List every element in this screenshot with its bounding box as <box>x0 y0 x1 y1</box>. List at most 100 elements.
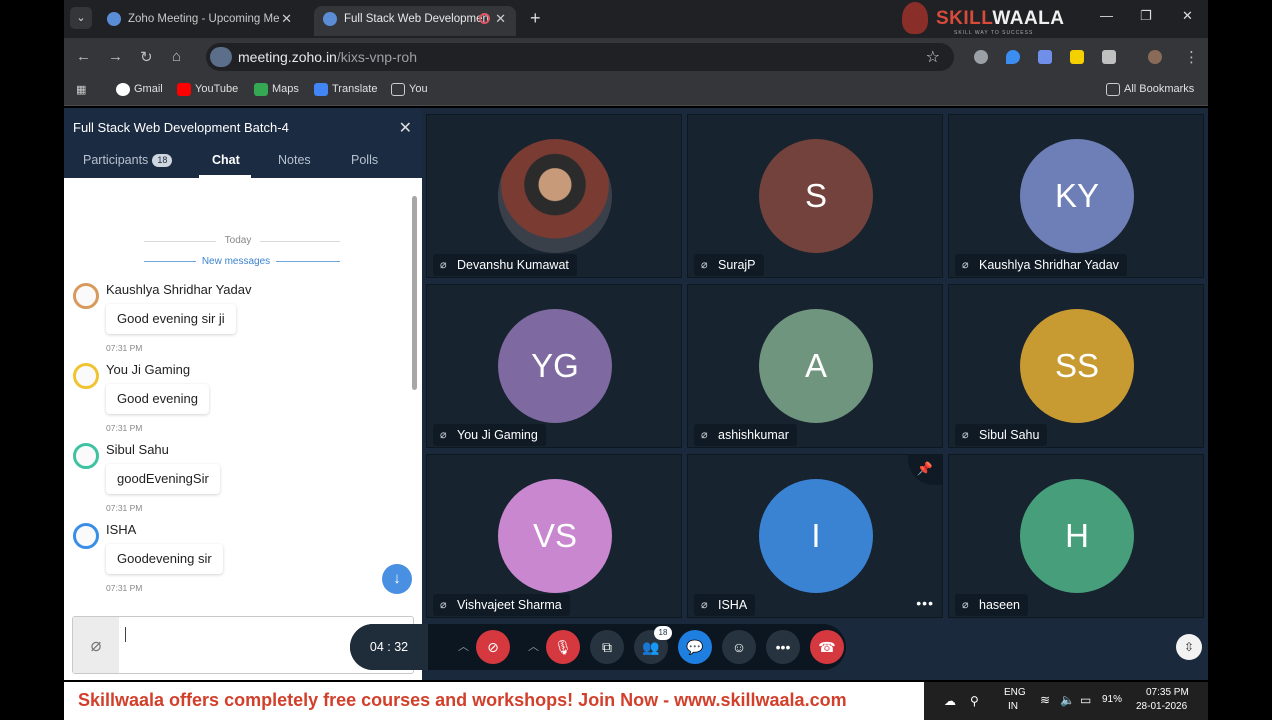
battery-icon[interactable]: ▭ <box>1080 693 1091 707</box>
more-options-icon[interactable]: ••• <box>916 595 934 611</box>
youtube-icon <box>177 83 191 96</box>
avatar: SS <box>1020 309 1134 423</box>
chat-button[interactable]: 💬 <box>678 630 712 664</box>
address-bar[interactable]: meeting.zoho.in/kixs-vnp-roh ☆ <box>206 43 954 71</box>
folder-icon <box>391 83 405 96</box>
all-bookmarks[interactable]: All Bookmarks <box>1106 83 1194 96</box>
attach-icon[interactable]: ⌀ <box>73 617 119 673</box>
participant-tile[interactable]: KY ⌀ Kaushlya Shridhar Yadav <box>948 114 1204 278</box>
message-sender: You Ji Gaming <box>106 362 191 377</box>
tab-notes[interactable]: Notes <box>278 153 311 167</box>
battery-percent: 91% <box>1102 694 1123 705</box>
participant-tile[interactable]: A ⌀ ashishkumar <box>687 284 943 448</box>
avatar: VS <box>498 479 612 593</box>
extension-icon[interactable] <box>1038 50 1052 64</box>
share-screen-button[interactable]: ⧉ <box>590 630 624 664</box>
tab-search-button[interactable]: ⌄ <box>70 7 92 29</box>
wifi-icon[interactable]: ≋ <box>1040 693 1050 707</box>
scroll-to-bottom-button[interactable]: ↓ <box>382 564 412 594</box>
bookmark-folder-you[interactable]: You <box>391 83 428 96</box>
new-messages-label: New messages <box>196 256 276 267</box>
volume-icon[interactable]: 🔈 <box>1060 693 1075 707</box>
profile-avatar[interactable] <box>1148 50 1162 64</box>
layout-toggle-icon[interactable]: ⇳ <box>1176 634 1202 660</box>
extension-icon[interactable] <box>1070 50 1084 64</box>
audio-options-caret-icon[interactable]: ︿ <box>528 638 539 654</box>
gmail-icon <box>116 83 130 96</box>
minimize-icon[interactable]: — <box>1100 8 1113 23</box>
clock-time[interactable]: 07:35 PM <box>1146 687 1189 698</box>
window-close-icon[interactable]: ✕ <box>1182 8 1193 24</box>
mic-muted-icon: ⌀ <box>701 599 708 611</box>
close-icon[interactable]: ✕ <box>281 6 292 32</box>
pin-icon[interactable]: 📌 <box>908 455 942 485</box>
extension-icon[interactable] <box>1006 50 1020 64</box>
promo-banner: Skillwaala offers completely free course… <box>64 682 924 720</box>
mic-muted-icon: ⌀ <box>701 259 708 271</box>
avatar: I <box>759 479 873 593</box>
close-icon[interactable]: ✕ <box>495 6 506 32</box>
more-options-button[interactable]: ••• <box>766 630 800 664</box>
tab-chat[interactable]: Chat <box>212 153 240 167</box>
today-label: Today <box>216 235 260 246</box>
participant-tile[interactable]: SS ⌀ Sibul Sahu <box>948 284 1204 448</box>
participant-name: SurajP <box>718 258 756 272</box>
camera-off-button[interactable]: ⊘ <box>476 630 510 664</box>
zoho-favicon-icon <box>107 12 121 26</box>
avatar: YG <box>498 309 612 423</box>
avatar <box>498 139 612 253</box>
avatar <box>73 283 99 309</box>
zoho-favicon-icon <box>323 12 337 26</box>
chat-scrollbar[interactable] <box>412 196 417 390</box>
message-sender: Kaushlya Shridhar Yadav <box>106 282 252 297</box>
close-panel-icon[interactable]: ✕ <box>399 118 412 138</box>
skillwaala-logo: SKILLWAALA SKILL WAY TO SUCCESS <box>902 2 1072 36</box>
url-text: meeting.zoho.in/kixs-vnp-roh <box>238 49 417 65</box>
participant-tile[interactable]: YG ⌀ You Ji Gaming <box>426 284 682 448</box>
forward-icon[interactable]: → <box>108 48 123 65</box>
cloud-icon[interactable]: ☁ <box>944 694 956 708</box>
apps-grid-icon[interactable]: ▦ <box>76 83 86 96</box>
avatar: A <box>759 309 873 423</box>
participant-tile[interactable]: ⌀ Devanshu Kumawat <box>426 114 682 278</box>
bookmark-gmail[interactable]: Gmail <box>116 83 163 96</box>
extension-icon[interactable] <box>974 50 988 64</box>
video-options-caret-icon[interactable]: ︿ <box>458 638 469 654</box>
message-time: 07:31 PM <box>106 343 143 353</box>
participant-tile[interactable]: I ⌀ ISHA 📌 ••• <box>687 454 943 618</box>
bookmarks-bar: ▦ Gmail YouTube Maps Translate You All B… <box>64 76 1208 106</box>
clock-date: 28-01-2026 <box>1136 701 1188 712</box>
bookmark-maps[interactable]: Maps <box>254 83 299 96</box>
menu-kebab-icon[interactable]: ⋮ <box>1184 48 1199 66</box>
participants-button[interactable]: 👥 18 <box>634 626 672 664</box>
extensions-puzzle-icon[interactable] <box>1102 50 1116 64</box>
participant-name: Vishvajeet Sharma <box>457 598 562 612</box>
mic-off-button[interactable]: 🎙 <box>546 630 580 664</box>
reactions-button[interactable]: ☺ <box>722 630 756 664</box>
participant-tile[interactable]: H ⌀ haseen <box>948 454 1204 618</box>
bookmark-star-icon[interactable]: ☆ <box>926 47 940 67</box>
bookmark-translate[interactable]: Translate <box>314 83 377 96</box>
back-icon[interactable]: ← <box>76 48 91 65</box>
tab-full-stack[interactable]: Full Stack Web Developmen ✕ <box>314 6 516 36</box>
avatar <box>73 523 99 549</box>
home-icon[interactable]: ⌂ <box>172 48 181 65</box>
mic-muted-icon: ⌀ <box>440 429 447 441</box>
bookmark-youtube[interactable]: YouTube <box>177 83 238 96</box>
maximize-icon[interactable]: ❐ <box>1140 8 1152 24</box>
avatar <box>73 363 99 389</box>
screen: { "browser": { "tabs": [ {"title": "Zoho… <box>0 0 1272 720</box>
tab-zoho-upcoming[interactable]: Zoho Meeting - Upcoming Me ✕ <box>98 6 302 36</box>
meeting-title: Full Stack Web Development Batch-4 <box>73 120 289 135</box>
language-indicator[interactable]: ENG <box>1004 687 1026 698</box>
leave-meeting-button[interactable]: ☎ <box>810 630 844 664</box>
site-info-icon[interactable] <box>210 47 232 67</box>
participant-tile[interactable]: S ⌀ SurajP <box>687 114 943 278</box>
tab-participants[interactable]: Participants 18 <box>83 153 173 167</box>
tab-polls[interactable]: Polls <box>351 153 378 167</box>
new-tab-button[interactable]: + <box>530 7 541 29</box>
network-location-icon[interactable]: ⚲ <box>970 694 979 708</box>
participant-name: You Ji Gaming <box>457 428 538 442</box>
participant-tile[interactable]: VS ⌀ Vishvajeet Sharma <box>426 454 682 618</box>
reload-icon[interactable]: ↻ <box>140 48 153 66</box>
